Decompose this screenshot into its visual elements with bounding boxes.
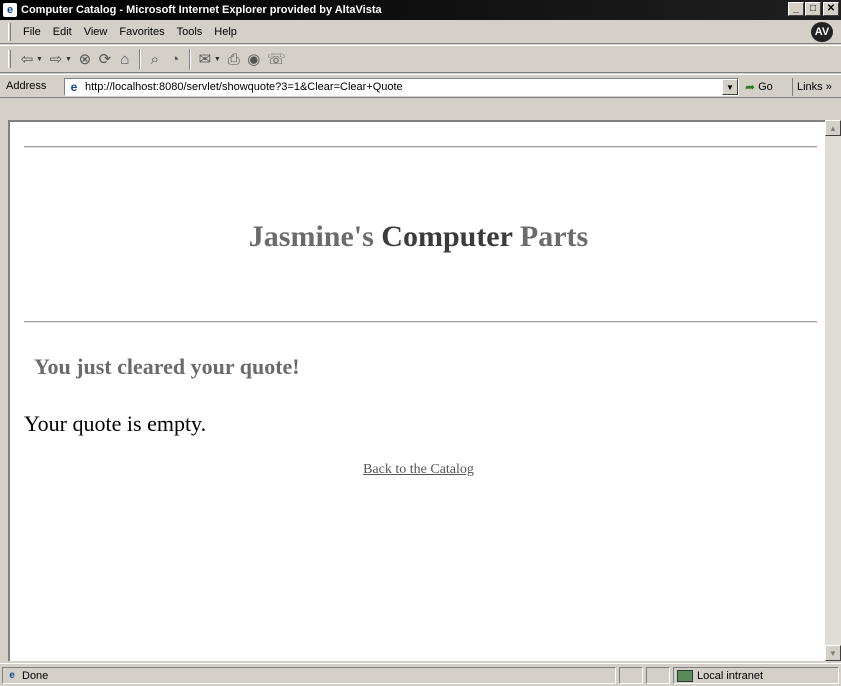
menu-view[interactable]: View: [78, 26, 114, 38]
site-title: Jasmine's Computer Parts: [10, 220, 825, 254]
address-input[interactable]: e http://localhost:8080/servlet/showquot…: [64, 78, 739, 96]
status-bar: e Done Local intranet: [0, 663, 841, 686]
close-button[interactable]: ✕: [823, 2, 839, 16]
window-title: Computer Catalog - Microsoft Internet Ex…: [21, 4, 382, 16]
toolbar-grip[interactable]: [8, 50, 11, 68]
page-viewport: Jasmine's Computer Parts You just cleare…: [8, 120, 825, 661]
divider-top: [24, 146, 817, 148]
menubar: File Edit View Favorites Tools Help AV: [0, 20, 841, 44]
stop-button[interactable]: ⊗: [75, 48, 95, 70]
back-icon: ⇦: [20, 51, 34, 68]
go-arrow-icon: ➦: [745, 80, 756, 94]
forward-icon: ⇨: [49, 51, 63, 68]
divider-bottom: [24, 321, 817, 323]
status-text: Done: [22, 669, 49, 682]
menu-tools[interactable]: Tools: [171, 26, 209, 38]
menu-favorites[interactable]: Favorites: [113, 26, 170, 38]
home-button[interactable]: ⌂: [115, 48, 135, 70]
go-button[interactable]: ➦ Go: [745, 78, 773, 96]
discuss-icon: ☏: [266, 51, 286, 68]
altavista-button[interactable]: ◉: [244, 48, 264, 70]
search-button[interactable]: ⌕: [145, 48, 165, 70]
address-label: Address: [6, 80, 47, 92]
back-button[interactable]: ⇦: [17, 48, 37, 70]
menu-edit[interactable]: Edit: [47, 26, 78, 38]
scroll-up-button[interactable]: ▲: [825, 120, 841, 136]
quote-empty-message: Your quote is empty.: [24, 411, 207, 436]
go-label: Go: [758, 81, 773, 93]
print-icon: ⎙: [227, 50, 240, 68]
minimize-button[interactable]: _: [788, 2, 804, 16]
local-intranet-icon: [677, 669, 693, 682]
stop-icon: ⊗: [78, 51, 92, 68]
maximize-button[interactable]: □: [805, 2, 821, 16]
back-dropdown-icon[interactable]: ▼: [36, 56, 43, 63]
home-icon: ⌂: [120, 50, 130, 68]
ie-icon: e: [3, 3, 17, 17]
address-dropdown-icon[interactable]: ▼: [722, 79, 738, 95]
page-icon: e: [67, 80, 81, 94]
status-cell-empty-1: [619, 667, 643, 684]
back-to-catalog-link-text[interactable]: Back to the Catalog: [363, 462, 474, 477]
zone-text: Local intranet: [697, 669, 764, 682]
discuss-button[interactable]: ☏: [264, 48, 289, 70]
mail-icon: ✉: [198, 51, 212, 68]
back-to-catalog-link: Back to the Catalog: [10, 462, 825, 478]
window-controls: _ □ ✕: [787, 2, 839, 16]
status-cell-empty-2: [646, 667, 670, 684]
scroll-down-button[interactable]: ▼: [825, 645, 841, 661]
cleared-heading: You just cleared your quote!: [34, 354, 300, 379]
history-button[interactable]: ◔: [165, 48, 185, 70]
address-bar: Address e http://localhost:8080/servlet/…: [0, 74, 841, 98]
refresh-icon: ⟳: [98, 51, 112, 68]
altavista-icon: ◉: [247, 51, 261, 68]
site-title-part2: Computer: [381, 220, 513, 253]
mail-button[interactable]: ✉: [195, 48, 215, 70]
toolbar-separator: [188, 49, 191, 69]
links-button[interactable]: Links »: [792, 78, 832, 96]
menu-file[interactable]: File: [17, 26, 47, 38]
page-content: Jasmine's Computer Parts You just cleare…: [10, 122, 825, 661]
window-titlebar: e Computer Catalog - Microsoft Internet …: [0, 0, 841, 20]
refresh-button[interactable]: ⟳: [95, 48, 115, 70]
site-title-part3: Parts: [512, 220, 589, 253]
toolbar-separator: [138, 49, 141, 69]
page-done-icon: e: [9, 670, 15, 681]
mail-dropdown-icon[interactable]: ▼: [214, 56, 221, 63]
site-title-part1: Jasmine's: [248, 220, 382, 253]
history-icon: ◔: [170, 50, 180, 68]
menu-help[interactable]: Help: [208, 26, 243, 38]
menubar-grip[interactable]: [8, 22, 11, 41]
forward-dropdown-icon[interactable]: ▼: [65, 56, 72, 63]
search-icon: ⌕: [150, 50, 160, 68]
forward-button[interactable]: ⇨: [46, 48, 66, 70]
vertical-scrollbar[interactable]: ▲ ▼: [825, 120, 841, 661]
print-button[interactable]: ⎙: [224, 48, 244, 70]
altavista-logo: AV: [811, 22, 833, 42]
status-text-cell: e Done: [2, 667, 616, 684]
zone-cell: Local intranet: [673, 667, 839, 684]
standard-toolbar: ⇦ ▼ ⇨ ▼ ⊗ ⟳ ⌂ ⌕ ◔ ✉ ▼ ⎙ ◉ ☏: [0, 45, 841, 73]
address-url[interactable]: http://localhost:8080/servlet/showquote?…: [85, 81, 403, 93]
